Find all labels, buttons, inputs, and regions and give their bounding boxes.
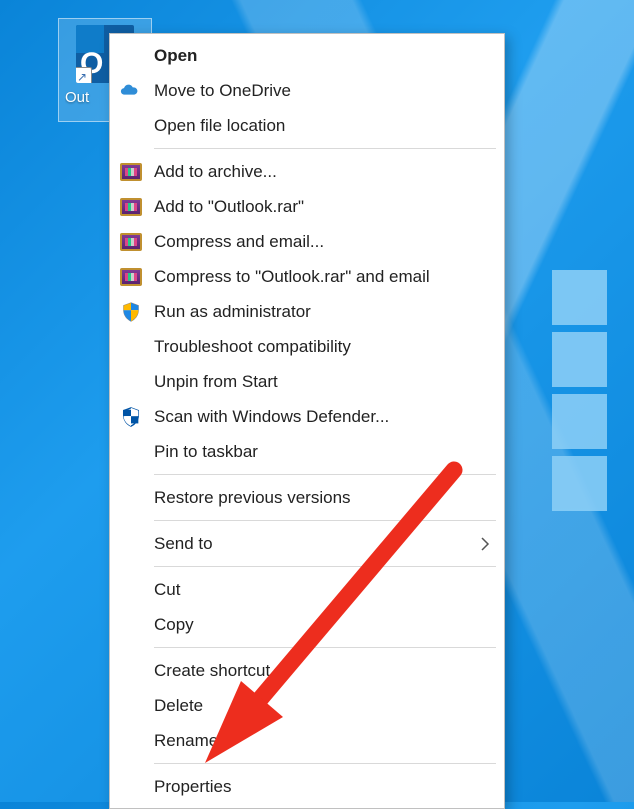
- menu-item-copy[interactable]: Copy: [110, 607, 504, 642]
- menu-item-label: Compress and email...: [154, 232, 324, 252]
- menu-item-label: Cut: [154, 580, 180, 600]
- menu-item-cut[interactable]: Cut: [110, 572, 504, 607]
- menu-item-pintaskbar[interactable]: Pin to taskbar: [110, 434, 504, 469]
- menu-item-label: Run as administrator: [154, 302, 311, 322]
- windows-logo-decor: [552, 270, 622, 570]
- menu-separator: [154, 148, 496, 149]
- shield-def-icon: [120, 406, 142, 428]
- context-menu[interactable]: Open Move to OneDrive Open file location Ad…: [109, 33, 505, 809]
- menu-item-defender[interactable]: Scan with Windows Defender...: [110, 399, 504, 434]
- menu-item-onedrive[interactable]: Move to OneDrive: [110, 73, 504, 108]
- menu-item-restoreprev[interactable]: Restore previous versions: [110, 480, 504, 515]
- menu-item-label: Open: [154, 46, 197, 66]
- menu-item-unpin[interactable]: Unpin from Start: [110, 364, 504, 399]
- menu-separator: [154, 566, 496, 567]
- menu-item-label: Copy: [154, 615, 194, 635]
- menu-item-label: Add to "Outlook.rar": [154, 197, 304, 217]
- shield-uac-icon: [120, 301, 142, 323]
- menu-item-delete[interactable]: Delete: [110, 688, 504, 723]
- menu-item-label: Delete: [154, 696, 203, 716]
- menu-item-label: Compress to "Outlook.rar" and email: [154, 267, 430, 287]
- menu-item-rename[interactable]: Rename: [110, 723, 504, 758]
- menu-item-label: Pin to taskbar: [154, 442, 258, 462]
- menu-item-label: Add to archive...: [154, 162, 277, 182]
- menu-item-label: Rename: [154, 731, 218, 751]
- chevron-right-icon: [480, 536, 490, 552]
- menu-item-label: Troubleshoot compatibility: [154, 337, 351, 357]
- menu-item-compressemail[interactable]: Compress and email...: [110, 224, 504, 259]
- winrar-icon: [120, 231, 142, 253]
- menu-separator: [154, 474, 496, 475]
- menu-item-runadmin[interactable]: Run as administrator: [110, 294, 504, 329]
- menu-item-properties[interactable]: Properties: [110, 769, 504, 804]
- menu-separator: [154, 647, 496, 648]
- menu-separator: [154, 520, 496, 521]
- winrar-icon: [120, 196, 142, 218]
- menu-item-compressoutlookemail[interactable]: Compress to "Outlook.rar" and email: [110, 259, 504, 294]
- menu-separator: [154, 763, 496, 764]
- menu-item-label: Properties: [154, 777, 231, 797]
- winrar-icon: [120, 161, 142, 183]
- menu-item-addarchive[interactable]: Add to archive...: [110, 154, 504, 189]
- menu-item-openloc[interactable]: Open file location: [110, 108, 504, 143]
- menu-item-shortcut[interactable]: Create shortcut: [110, 653, 504, 688]
- menu-item-sendto[interactable]: Send to: [110, 526, 504, 561]
- menu-item-addoutlookrar[interactable]: Add to "Outlook.rar": [110, 189, 504, 224]
- menu-item-troubleshoot[interactable]: Troubleshoot compatibility: [110, 329, 504, 364]
- menu-item-label: Open file location: [154, 116, 285, 136]
- shortcut-overlay-icon: ↗: [76, 67, 92, 83]
- menu-item-label: Unpin from Start: [154, 372, 278, 392]
- menu-item-label: Restore previous versions: [154, 488, 351, 508]
- menu-item-label: Send to: [154, 534, 213, 554]
- menu-item-label: Create shortcut: [154, 661, 270, 681]
- onedrive-icon: [120, 80, 142, 102]
- menu-item-label: Scan with Windows Defender...: [154, 407, 389, 427]
- menu-item-label: Move to OneDrive: [154, 81, 291, 101]
- winrar-icon: [120, 266, 142, 288]
- menu-item-open[interactable]: Open: [110, 38, 504, 73]
